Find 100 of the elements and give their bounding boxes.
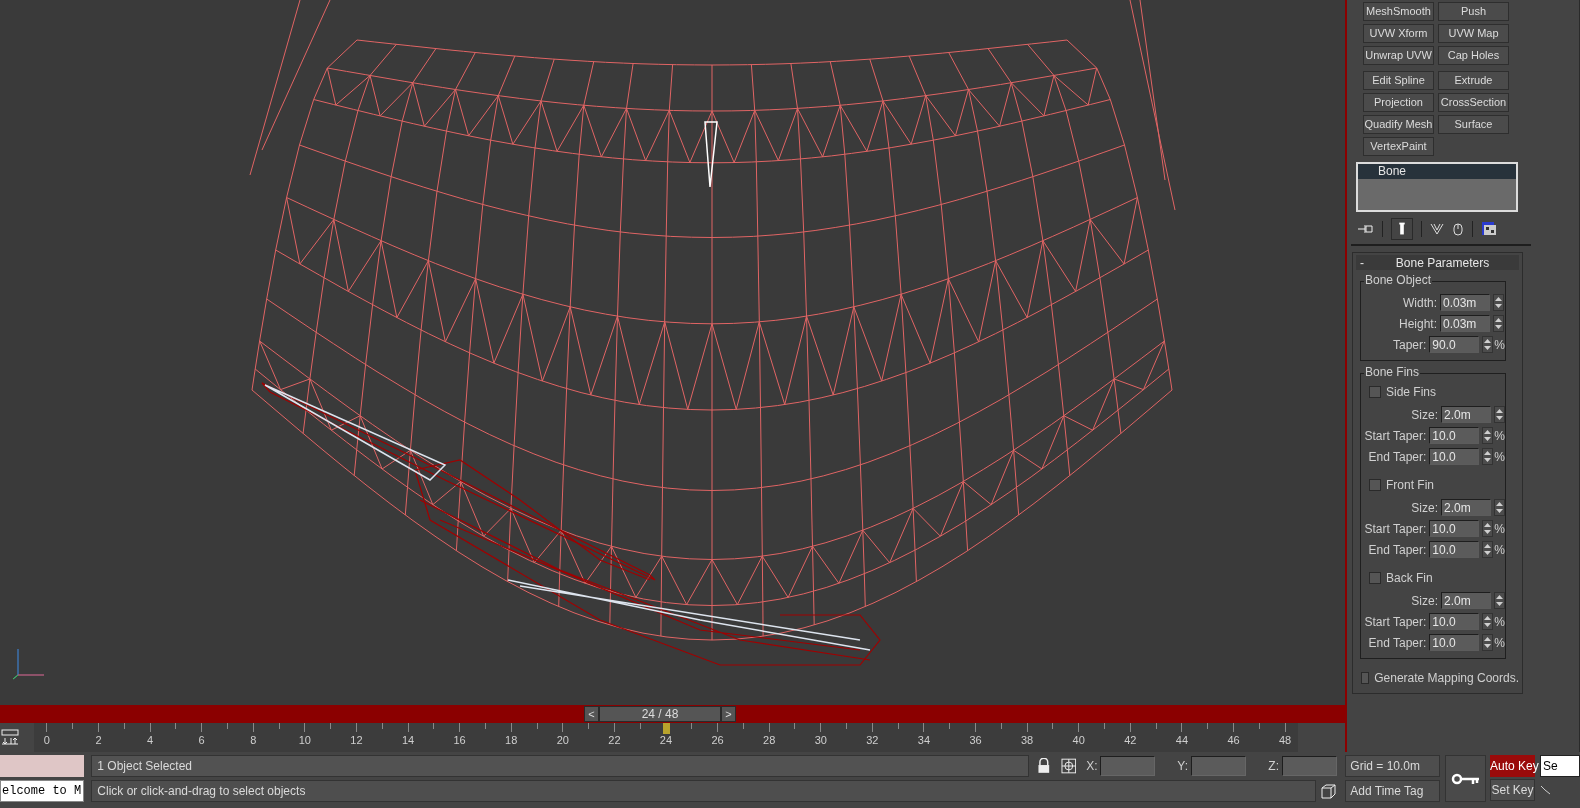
modifier-button[interactable]: Projection (1363, 93, 1434, 112)
unit-label: % (1494, 427, 1505, 445)
funnel-icon[interactable] (1430, 222, 1444, 236)
key-filter-field[interactable]: Se (1540, 755, 1580, 777)
frame-number: 4 (147, 735, 154, 746)
spinner-icon[interactable] (1482, 613, 1494, 630)
listener-output[interactable]: elcome to M (0, 780, 85, 802)
modifier-button[interactable]: Cap Holes (1438, 46, 1509, 65)
checkbox[interactable] (1369, 479, 1381, 491)
frame-number: 48 (1278, 735, 1292, 746)
param-field[interactable]: 0.03m (1440, 294, 1490, 311)
checkbox-label: Front Fin (1386, 477, 1434, 494)
lock-icon[interactable] (1037, 758, 1051, 774)
param-label: Start Taper: (1363, 427, 1427, 445)
modifier-button[interactable]: MeshSmooth (1363, 2, 1434, 21)
frame-number: 14 (401, 735, 415, 746)
param-field[interactable]: 0.03m (1440, 315, 1490, 332)
checkbox[interactable] (1369, 386, 1381, 398)
param-label: Size: (1410, 592, 1438, 610)
frame-number: 0 (43, 735, 50, 746)
param-field[interactable]: 10.0 (1429, 427, 1480, 444)
param-field[interactable]: 10.0 (1429, 541, 1480, 558)
time-slider-handle[interactable]: 24 / 48 (599, 706, 721, 722)
frame-number: 6 (198, 735, 205, 746)
param-field[interactable]: 2.0m (1441, 406, 1491, 423)
param-label: Width: (1402, 294, 1437, 312)
modifier-button[interactable]: UVW Xform (1363, 24, 1434, 43)
frame-number: 46 (1227, 735, 1240, 746)
frame-number: 20 (556, 735, 569, 746)
checkbox[interactable] (1361, 672, 1370, 684)
previous-frame-button[interactable]: < (584, 706, 599, 722)
modifier-button[interactable]: CrossSection (1438, 93, 1509, 112)
coordinate-field[interactable] (1282, 756, 1338, 776)
timeline-toggle-icon[interactable] (1, 729, 19, 745)
stack-item[interactable]: Bone (1358, 164, 1516, 179)
param-label: End Taper: (1367, 634, 1427, 652)
modifier-button[interactable]: Quadify Mesh (1363, 115, 1434, 134)
spinner-icon[interactable] (1494, 592, 1505, 609)
checkbox-label: Generate Mapping Coords. (1374, 670, 1519, 687)
frame-number: 8 (250, 735, 257, 746)
checkbox-label: Back Fin (1386, 570, 1433, 587)
configure-icon[interactable] (1481, 221, 1497, 237)
param-field[interactable]: 2.0m (1441, 592, 1491, 609)
frame-number: 40 (1072, 735, 1085, 746)
mouse-icon[interactable] (1452, 222, 1464, 236)
set-key-mode-button[interactable] (1445, 755, 1486, 802)
param-field[interactable]: 10.0 (1429, 634, 1480, 651)
spinner-icon[interactable] (1482, 336, 1494, 353)
cube-icon[interactable] (1321, 783, 1337, 799)
frame-number: 28 (763, 735, 776, 746)
modifier-button[interactable]: Push (1438, 2, 1509, 21)
grid-readout: Grid = 10.0m (1345, 755, 1441, 777)
modifier-button[interactable]: UVW Map (1438, 24, 1509, 43)
checkbox[interactable] (1369, 572, 1381, 584)
param-label: Size: (1410, 499, 1438, 517)
param-field[interactable]: 10.0 (1429, 448, 1480, 465)
param-field[interactable]: 2.0m (1441, 499, 1491, 516)
frame-number: 12 (350, 735, 363, 746)
spinner-icon[interactable] (1494, 499, 1505, 516)
param-field[interactable]: 10.0 (1429, 613, 1480, 630)
current-frame-marker[interactable] (663, 723, 670, 734)
collapse-toggle[interactable]: - (1360, 253, 1370, 272)
frame-number: 34 (917, 735, 931, 746)
frame-number: 2 (95, 735, 102, 746)
spinner-icon[interactable] (1494, 406, 1505, 423)
spinner-icon[interactable] (1493, 315, 1504, 332)
set-key-button[interactable]: Set Key (1490, 779, 1535, 801)
selection-status: 1 Object Selected (91, 755, 1030, 777)
spinner-icon[interactable] (1482, 427, 1494, 444)
coordinate-field[interactable] (1100, 756, 1156, 776)
unit-label: % (1494, 634, 1505, 652)
rollout-header[interactable]: - Bone Parameters (1356, 255, 1519, 270)
frame-number: 44 (1175, 735, 1189, 746)
frame-number: 42 (1124, 735, 1137, 746)
coordinate-field[interactable] (1191, 756, 1247, 776)
absolute-mode-icon[interactable] (1060, 758, 1077, 774)
frame-number: 16 (453, 735, 466, 746)
unit-label: % (1494, 541, 1505, 559)
spinner-icon[interactable] (1493, 294, 1504, 311)
unit-label: % (1494, 336, 1505, 354)
spinner-icon[interactable] (1482, 520, 1494, 537)
spinner-icon[interactable] (1482, 634, 1494, 651)
param-label: End Taper: (1367, 541, 1427, 559)
unit-label: % (1494, 448, 1505, 466)
next-frame-button[interactable]: > (721, 706, 736, 722)
param-field[interactable]: 90.0 (1429, 336, 1480, 353)
add-time-tag-button[interactable]: Add Time Tag (1345, 780, 1441, 802)
spinner-icon[interactable] (1482, 448, 1494, 465)
modifier-button[interactable]: Extrude (1438, 71, 1509, 90)
pin-icon[interactable] (1358, 223, 1374, 235)
param-field[interactable]: 10.0 (1429, 520, 1480, 537)
spinner-icon[interactable] (1482, 541, 1494, 558)
timeline-ruler[interactable]: 0 2 4 6 8 10 12 14 16 18 20 22 24 26 28 30 32 34 36 38 40 42 44 46 48 (34, 723, 1298, 752)
modifier-button[interactable]: Edit Spline (1363, 71, 1434, 90)
frame-number: 10 (298, 735, 311, 746)
frame-number: 22 (608, 735, 621, 746)
modifier-button[interactable]: VertexPaint (1363, 137, 1434, 156)
modifier-button[interactable]: Surface (1438, 115, 1509, 134)
bone-icon[interactable] (1391, 218, 1413, 240)
modifier-button[interactable]: Unwrap UVW (1363, 46, 1434, 65)
